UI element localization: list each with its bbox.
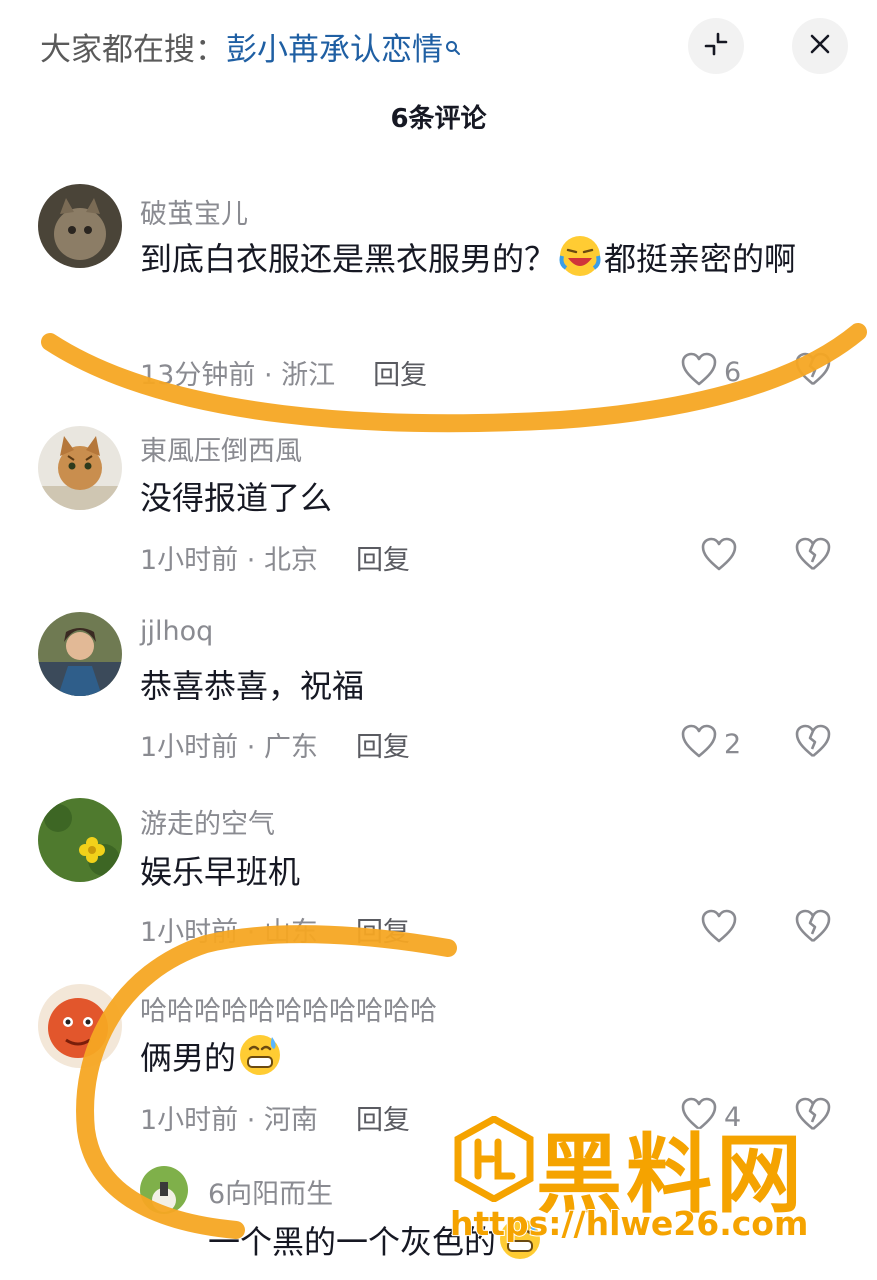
comment-username[interactable]: 破茧宝儿: [140, 192, 248, 231]
search-keyword[interactable]: 彭小苒承认恋情: [226, 32, 443, 68]
collapse-icon: [702, 30, 730, 62]
heart-icon: [680, 723, 718, 766]
like-button[interactable]: 2: [680, 723, 741, 766]
comment-time: 1小时前: [140, 732, 239, 763]
comment-meta: 1小时前 · 北京 回复: [140, 545, 410, 576]
dislike-button[interactable]: [794, 536, 832, 576]
like-count: 6: [724, 357, 742, 388]
avatar[interactable]: [38, 426, 122, 510]
comment-username[interactable]: jjlhoq: [140, 616, 213, 647]
annotation-strokes: [41, 323, 867, 1239]
watermark: 黑料网 https://hlwe26.com: [448, 1112, 868, 1272]
like-button[interactable]: [700, 908, 738, 951]
comment-time: 1小时前: [140, 917, 239, 948]
avatar[interactable]: [38, 984, 122, 1068]
reply-button[interactable]: 回复: [356, 1105, 410, 1136]
heart-icon: [680, 351, 718, 394]
watermark-logo-icon: [454, 1114, 534, 1206]
broken-heart-icon: [794, 724, 832, 763]
search-suggestion[interactable]: 大家都在搜：彭小苒承认恋情: [40, 24, 461, 69]
comment-time: 1小时前: [140, 1105, 239, 1136]
comment-meta: 1小时前 · 山东 回复: [140, 917, 410, 948]
reply-button[interactable]: 回复: [356, 545, 410, 576]
reply-button[interactable]: 回复: [356, 732, 410, 763]
comment-username[interactable]: 東風压倒西風: [140, 429, 302, 468]
comment-text-part: 到底白衣服还是黑衣服男的？: [140, 240, 557, 278]
comment-username[interactable]: 游走的空气: [140, 802, 275, 841]
comment-location: 河南: [263, 1105, 318, 1136]
like-count: 2: [724, 729, 742, 760]
comment-text: 到底白衣服还是黑衣服男的？ 都挺亲密的啊: [140, 231, 840, 287]
heart-icon: [700, 536, 738, 579]
search-icon: [445, 28, 461, 64]
like-button[interactable]: [700, 536, 738, 579]
comment-text: 恭喜恭喜，祝福: [140, 667, 365, 705]
avatar[interactable]: [140, 1166, 188, 1214]
like-button[interactable]: 6: [680, 351, 741, 394]
comment-text-part: 都挺亲密的啊: [604, 240, 797, 278]
comment-meta: 1小时前 · 河南 回复: [140, 1105, 410, 1136]
watermark-url: https://hlwe26.com: [449, 1203, 809, 1244]
top-bar: 大家都在搜：彭小苒承认恋情: [0, 0, 877, 90]
comment-time: 13分钟前: [140, 360, 256, 391]
laughing-crying-emoji-icon: [558, 234, 602, 278]
close-icon: [808, 32, 832, 60]
comment-text: 没得报道了么: [140, 479, 333, 517]
dislike-button[interactable]: [794, 723, 832, 763]
comment-location: 北京: [263, 545, 318, 576]
collapse-button[interactable]: [688, 18, 744, 74]
close-button[interactable]: [792, 18, 848, 74]
comment-username[interactable]: 哈哈哈哈哈哈哈哈哈哈哈: [140, 989, 437, 1028]
avatar[interactable]: [38, 184, 122, 268]
avatar[interactable]: [38, 798, 122, 882]
comment-text: 俩男的: [140, 1030, 840, 1086]
comment-location: 广东: [263, 732, 318, 763]
dislike-button[interactable]: [794, 908, 832, 948]
reply-button[interactable]: 回复: [373, 360, 427, 391]
comment-count-title: 6条评论: [390, 104, 487, 134]
comment-text-part: 俩男的: [140, 1039, 237, 1077]
avatar[interactable]: [38, 612, 122, 696]
comment-meta: 13分钟前 · 浙江 回复: [140, 360, 428, 391]
broken-heart-icon: [794, 352, 832, 391]
heart-icon: [700, 908, 738, 951]
comment-meta: 1小时前 · 广东 回复: [140, 732, 410, 763]
broken-heart-icon: [794, 537, 832, 576]
broken-heart-icon: [794, 909, 832, 948]
sub-reply-username[interactable]: 6向阳而生: [208, 1172, 333, 1211]
reply-button[interactable]: 回复: [356, 917, 410, 948]
comment-text: 娱乐早班机: [140, 853, 301, 891]
comment-location: 山东: [263, 917, 318, 948]
comment-time: 1小时前: [140, 545, 239, 576]
comment-location: 浙江: [281, 360, 336, 391]
dislike-button[interactable]: [794, 351, 832, 391]
search-prefix: 大家都在搜：: [40, 32, 226, 68]
grinning-sweat-emoji-icon: [238, 1033, 282, 1077]
